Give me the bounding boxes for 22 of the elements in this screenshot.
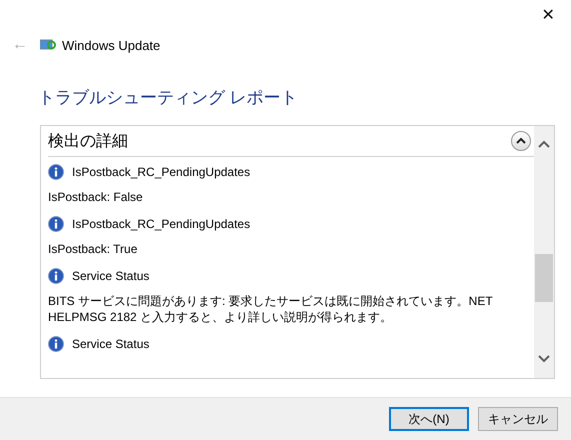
entry-detail: BITS サービスに問題があります: 要求したサービスは既に開始されています。NET HELPMSG 2182 と入力すると、より詳しい説明が得られます。 [48, 293, 494, 325]
window-title: Windows Update [62, 38, 160, 52]
entry-title: IsPostback_RC_PendingUpdates [72, 165, 250, 179]
scroll-thumb[interactable] [535, 254, 553, 302]
entry-title: Service Status [72, 337, 150, 351]
info-icon [48, 268, 64, 284]
info-icon [48, 216, 64, 232]
collapse-button[interactable] [511, 131, 531, 151]
info-icon [48, 336, 64, 352]
section-title: 検出の詳細 [48, 132, 128, 152]
page-heading: トラブルシューティング レポート [38, 87, 299, 108]
monitor-update-icon [40, 39, 56, 51]
close-button[interactable]: ✕ [525, 0, 571, 30]
info-icon [48, 164, 64, 180]
next-button[interactable]: 次へ(N) [389, 407, 469, 431]
caret-icon [516, 137, 526, 145]
entry-title: Service Status [72, 269, 150, 283]
cancel-button[interactable]: キャンセル [478, 407, 558, 431]
entry-detail: IsPostback: False [48, 189, 144, 205]
scrollbar[interactable] [534, 126, 554, 378]
entry-detail: IsPostback: True [48, 241, 138, 257]
entry-title: IsPostback_RC_PendingUpdates [72, 217, 250, 231]
